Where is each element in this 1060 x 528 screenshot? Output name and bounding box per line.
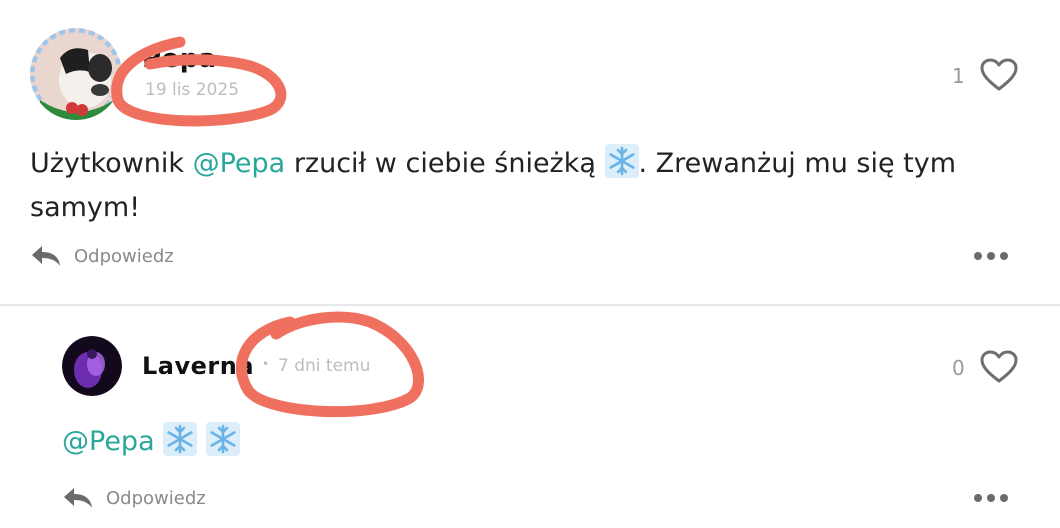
reply-button[interactable]: Odpowiedz: [30, 244, 174, 268]
avatar-pepa-image: [30, 28, 122, 120]
snowflake-icon: [204, 420, 242, 467]
mention-link[interactable]: @Pepa: [62, 426, 155, 457]
snowflake-icon: [161, 420, 199, 467]
heart-icon[interactable]: [980, 350, 1018, 384]
comment-like-count: 1: [952, 64, 965, 88]
comment-text-start: Użytkownik: [30, 148, 193, 179]
reply-like-count: 0: [952, 356, 965, 380]
comment-username[interactable]: Pepa: [142, 44, 217, 74]
reply-separator: •: [262, 357, 270, 371]
reply-label: Odpowiedz: [74, 245, 174, 267]
comment-text: Użytkownik @Pepa rzucił w ciebie śnieżką…: [30, 142, 1035, 227]
reply-label: Odpowiedz: [106, 487, 206, 509]
reply-button[interactable]: Odpowiedz: [62, 486, 206, 510]
heart-icon[interactable]: [980, 58, 1018, 92]
mention-link[interactable]: @Pepa: [193, 148, 286, 179]
avatar-laverna[interactable]: [62, 336, 122, 396]
comment-date: 19 lis 2025: [145, 80, 240, 100]
reply-text: @Pepa: [62, 420, 242, 467]
reply-arrow-icon: [64, 488, 92, 508]
more-dots-icon[interactable]: [974, 252, 1008, 260]
avatar-laverna-image: [62, 336, 122, 396]
snowflake-icon: [603, 142, 640, 189]
avatar-pepa[interactable]: [30, 28, 122, 120]
reply-arrow-icon: [32, 246, 60, 266]
comment-text-middle: rzucił w ciebie śnieżką: [285, 148, 596, 179]
reply-date: 7 dni temu: [278, 356, 371, 376]
comment-divider: [0, 304, 1060, 306]
more-dots-icon[interactable]: [974, 494, 1008, 502]
reply-username[interactable]: Laverna: [142, 352, 254, 380]
